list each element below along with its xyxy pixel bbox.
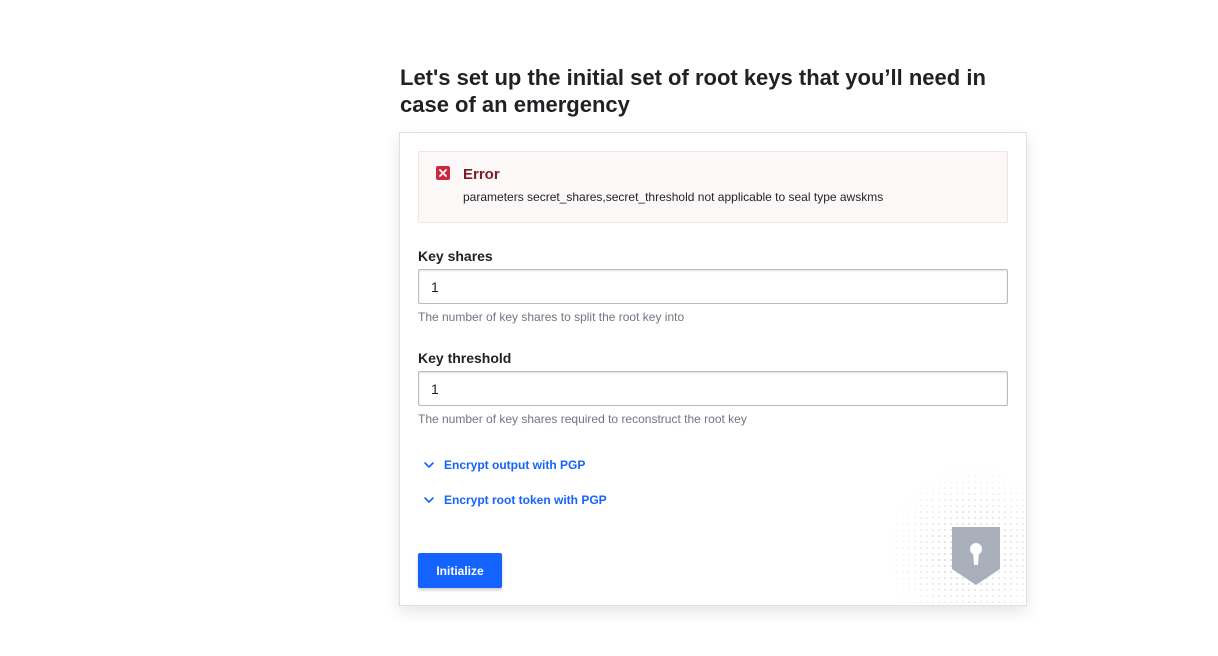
- encrypt-root-token-pgp-toggle[interactable]: Encrypt root token with PGP: [422, 493, 607, 507]
- key-shares-label: Key shares: [418, 248, 493, 264]
- encrypt-output-pgp-toggle[interactable]: Encrypt output with PGP: [422, 458, 585, 472]
- key-threshold-label: Key threshold: [418, 350, 512, 366]
- chevron-down-icon: [424, 462, 434, 468]
- chevron-down-icon: [424, 497, 434, 503]
- key-threshold-input[interactable]: [418, 371, 1008, 406]
- key-shares-input[interactable]: [418, 269, 1008, 304]
- initialize-button[interactable]: Initialize: [418, 553, 502, 588]
- encrypt-output-pgp-label: Encrypt output with PGP: [444, 458, 586, 472]
- error-x-icon: [436, 166, 450, 180]
- encrypt-root-token-pgp-label: Encrypt root token with PGP: [444, 493, 607, 507]
- page-title: Let's set up the initial set of root key…: [400, 65, 986, 117]
- error-title: Error: [463, 166, 500, 183]
- key-shares-help: The number of key shares to split the ro…: [418, 310, 685, 324]
- key-threshold-help: The number of key shares required to rec…: [418, 412, 747, 426]
- error-message: parameters secret_shares,secret_threshol…: [463, 190, 884, 204]
- init-form-card: Error parameters secret_shares,secret_th…: [399, 132, 1027, 606]
- shield-keyhole-icon: [876, 455, 1026, 605]
- error-alert: Error parameters secret_shares,secret_th…: [418, 151, 1008, 223]
